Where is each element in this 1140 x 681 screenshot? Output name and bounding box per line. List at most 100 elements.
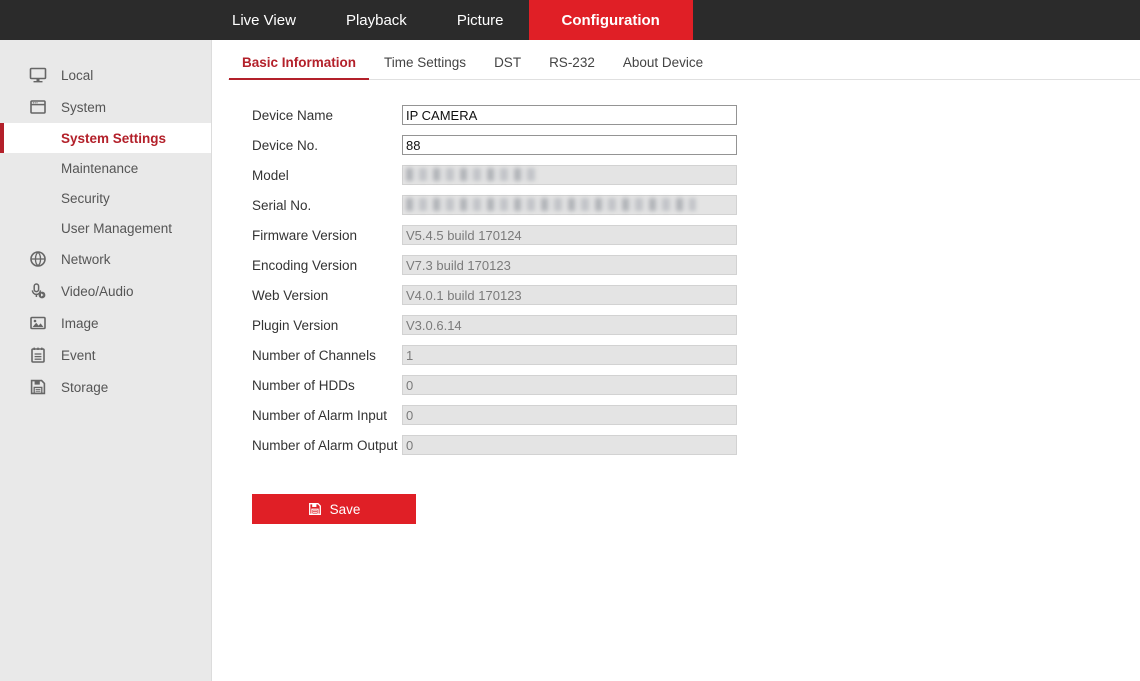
field-wrapper [402,315,737,335]
sidebar-subitem-label: Maintenance [61,161,138,176]
tab-dst[interactable]: DST [480,55,535,79]
field-label: Plugin Version [252,318,402,333]
tab-label: DST [494,55,521,70]
sidebar-item-label: Storage [61,380,108,395]
sidebar-item-system[interactable]: System [0,91,211,123]
top-navigation-bar: Live View Playback Picture Configuration [0,0,1140,40]
tab-about-device[interactable]: About Device [609,55,717,79]
device-name-input[interactable] [402,105,737,125]
field-wrapper [402,225,737,245]
sidebar-item-video-audio[interactable]: Video/Audio [0,275,211,307]
form-row-number-of-alarm-output: Number of Alarm Output [252,430,1140,460]
tab-time-settings[interactable]: Time Settings [370,55,480,79]
topbar-left-spacer [0,0,207,40]
tab-rs232[interactable]: RS-232 [535,55,609,79]
sidebar-item-system-settings[interactable]: System Settings [0,123,211,153]
nav-label: Playback [346,12,407,29]
sidebar: Local System System Settings Maintenance… [0,40,212,681]
sidebar-item-label: System [61,100,106,115]
sidebar-item-user-management[interactable]: User Management [0,213,211,243]
sidebar-item-event[interactable]: Event [0,339,211,371]
form-row-device-name: Device Name [252,100,1140,130]
sidebar-item-security[interactable]: Security [0,183,211,213]
field-wrapper [402,105,737,125]
field-label: Number of HDDs [252,378,402,393]
field-label: Web Version [252,288,402,303]
sidebar-item-local[interactable]: Local [0,59,211,91]
form-row-web-version: Web Version [252,280,1140,310]
monitor-icon [27,64,49,86]
sidebar-item-label: Network [61,252,111,267]
number-of-alarm-input-input [402,405,737,425]
sidebar-item-maintenance[interactable]: Maintenance [0,153,211,183]
device-no-input[interactable] [402,135,737,155]
nav-label: Live View [232,12,296,29]
firmware-version-input [402,225,737,245]
tab-basic-information[interactable]: Basic Information [228,55,370,79]
content-area: Basic Information Time Settings DST RS-2… [213,40,1140,681]
tab-bar: Basic Information Time Settings DST RS-2… [228,40,1140,80]
tab-label: Time Settings [384,55,466,70]
sidebar-item-storage[interactable]: Storage [0,371,211,403]
floppy-disk-icon [27,376,49,398]
field-label: Encoding Version [252,258,402,273]
sidebar-item-network[interactable]: Network [0,243,211,275]
nav-item-configuration[interactable]: Configuration [529,0,693,40]
field-label: Number of Alarm Input [252,408,402,423]
sidebar-subitem-label: Security [61,191,110,206]
floppy-disk-icon [308,502,322,516]
sidebar-item-label: Image [61,316,99,331]
nav-item-picture[interactable]: Picture [432,0,529,40]
field-wrapper [402,135,737,155]
nav-item-live-view[interactable]: Live View [207,0,321,40]
tab-label: Basic Information [242,55,356,70]
form-actions: Save [213,460,1140,524]
nav-label: Picture [457,12,504,29]
sidebar-item-label: Video/Audio [61,284,134,299]
sidebar-item-image[interactable]: Image [0,307,211,339]
field-label: Device No. [252,138,402,153]
field-wrapper [402,345,737,365]
field-label: Device Name [252,108,402,123]
redacted-value-overlay [406,198,696,211]
form-row-encoding-version: Encoding Version [252,250,1140,280]
sidebar-item-label: Event [61,348,96,363]
save-button-label: Save [330,502,361,517]
form-row-number-of-hdds: Number of HDDs [252,370,1140,400]
plugin-version-input [402,315,737,335]
form-row-device-no: Device No. [252,130,1140,160]
field-label: Firmware Version [252,228,402,243]
form-row-plugin-version: Plugin Version [252,310,1140,340]
tab-label: RS-232 [549,55,595,70]
save-button[interactable]: Save [252,494,416,524]
sidebar-subitem-label: User Management [61,221,172,236]
basic-information-form: Device Name Device No. Model Serial No. [213,80,1140,460]
nav-item-playback[interactable]: Playback [321,0,432,40]
globe-icon [27,248,49,270]
form-row-number-of-alarm-input: Number of Alarm Input [252,400,1140,430]
sidebar-subitem-label: System Settings [61,131,166,146]
nav-label: Configuration [562,12,660,29]
form-row-number-of-channels: Number of Channels [252,340,1140,370]
field-wrapper [402,405,737,425]
sidebar-item-label: Local [61,68,93,83]
field-label: Serial No. [252,198,402,213]
microphone-icon [27,280,49,302]
picture-icon [27,312,49,334]
form-row-firmware-version: Firmware Version [252,220,1140,250]
encoding-version-input [402,255,737,275]
field-wrapper [402,285,737,305]
calendar-list-icon [27,344,49,366]
sidebar-subgroup-system: System Settings Maintenance Security Use… [0,123,211,243]
form-row-serial-no: Serial No. [252,190,1140,220]
field-wrapper [402,165,737,185]
tab-label: About Device [623,55,703,70]
form-row-model: Model [252,160,1140,190]
field-wrapper [402,255,737,275]
redacted-value-overlay [406,168,536,181]
field-wrapper [402,195,737,215]
field-label: Model [252,168,402,183]
web-version-input [402,285,737,305]
window-icon [27,96,49,118]
number-of-channels-input [402,345,737,365]
